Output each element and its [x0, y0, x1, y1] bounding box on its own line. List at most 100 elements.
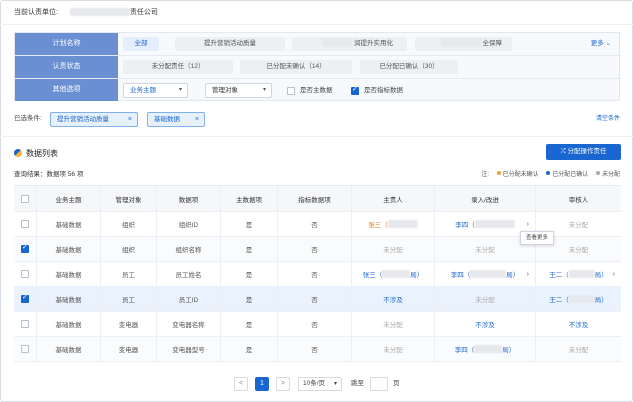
cell-auditor[interactable]: 王二（ 局） ›	[536, 262, 621, 286]
row-checkbox-cell	[14, 212, 37, 236]
cell-entry[interactable]: 未分配	[435, 287, 536, 311]
cell-object: 员工	[101, 262, 157, 286]
page-size-select[interactable]: 10条/页 ▾	[298, 377, 342, 391]
cell-owner[interactable]: 未分配	[352, 237, 435, 261]
cell-item: 组织ID	[157, 212, 221, 236]
cell-theme: 基础数据	[37, 212, 101, 236]
select-all-checkbox[interactable]	[21, 194, 29, 203]
row-checkbox[interactable]	[21, 345, 29, 353]
cell-auditor[interactable]: 未分配	[536, 337, 621, 361]
cell-owner[interactable]: 不涉及	[352, 287, 435, 311]
cell-theme: 基础数据	[37, 262, 101, 286]
status-option-unconfirmed[interactable]: 已分配未确认（14）	[240, 60, 352, 74]
close-icon[interactable]: ×	[195, 113, 199, 126]
plan-option-guarantee[interactable]: 全保障	[415, 37, 512, 51]
jump-label: 跳至	[351, 380, 364, 387]
divider	[0, 136, 633, 137]
cell-indicator: 否	[278, 287, 352, 311]
cell-object: 变电器	[101, 312, 157, 336]
row-checkbox[interactable]	[21, 243, 29, 253]
cell-entry[interactable]: 李四（ 局） ›	[435, 262, 536, 286]
filter-label-other: 其他选项	[15, 79, 118, 101]
data-table: 业务主题 管理对象 数据项 主数据项 指标数据项 主责人 录入/改进 审核人 基…	[14, 185, 621, 362]
conditions-label: 已选条件:	[14, 115, 42, 122]
cell-indicator: 否	[278, 312, 352, 336]
cell-object: 组织	[101, 212, 157, 236]
cell-owner[interactable]: 张三（ 局）	[352, 262, 435, 286]
header-object: 管理对象	[101, 186, 157, 211]
table-row: 基础数据 员工 员工姓名 是 否 张三（ 局） 李四（ 局） › 王二（ 局） ›	[14, 262, 621, 287]
list-title: 数据列表	[14, 148, 58, 160]
row-checkbox[interactable]	[21, 270, 29, 278]
row-checkbox[interactable]	[21, 293, 29, 303]
header-theme: 业务主题	[37, 186, 101, 211]
theme-select[interactable]: 业务主题 ▾	[123, 83, 188, 98]
condition-tag-plan[interactable]: 提升营销活动质量 ×	[50, 112, 138, 127]
redacted-block	[322, 39, 352, 48]
filter-row-status: 认责状态 未分配责任（12） 已分配未确认（14） 已分配已确认（30）	[15, 56, 621, 79]
cell-entry[interactable]: 李四（ 局）	[435, 337, 536, 361]
chevron-right-icon[interactable]: ›	[527, 221, 529, 228]
condition-tag-theme[interactable]: 基础数据 ×	[147, 112, 205, 127]
status-legend: 注: 已分配未确认 已分配已确认 未分配	[481, 171, 620, 178]
cell-entry[interactable]: 不涉及	[435, 312, 536, 336]
cell-owner[interactable]: 张三（	[352, 212, 435, 236]
table-header-row: 业务主题 管理对象 数据项 主数据项 指标数据项 主责人 录入/改进 审核人	[14, 186, 621, 212]
cell-item: 员工姓名	[157, 262, 221, 286]
page-label: 页	[393, 380, 400, 387]
redacted-block	[568, 270, 595, 278]
cell-master: 是	[221, 337, 278, 361]
current-unit: 当前认责单位: 责任公司	[14, 7, 158, 19]
row-checkbox[interactable]	[21, 320, 29, 328]
cell-auditor[interactable]: 不涉及	[536, 312, 621, 336]
redacted-block	[440, 39, 481, 48]
status-option-unassigned[interactable]: 未分配责任（12）	[123, 60, 233, 74]
table-row: 基础数据 变电器 变电器型号 是 否 未分配 李四（ 局） 未分配	[14, 337, 621, 362]
cell-theme: 基础数据	[37, 237, 101, 261]
clear-conditions-link[interactable]: 清空条件	[596, 114, 620, 124]
filter-panel: 计划名称 全部 提升营销活动质量 润提升实用化 全保障 更多 ⌄ 认责状态 未分…	[14, 32, 621, 101]
next-page-button[interactable]: >	[276, 377, 290, 391]
cell-master: 是	[221, 212, 278, 236]
table-row: 基础数据 员工 员工ID 是 否 不涉及 未分配 王二（局）	[14, 287, 621, 312]
cell-owner[interactable]: 未分配	[352, 337, 435, 361]
redacted-block	[474, 220, 515, 228]
jump-page-input[interactable]	[370, 377, 388, 391]
cell-item: 变电器名称	[157, 312, 221, 336]
chevron-right-icon[interactable]: ›	[613, 271, 615, 278]
cell-auditor[interactable]: 王二（ 局）	[536, 287, 621, 311]
prev-page-button[interactable]: <	[234, 377, 248, 391]
plan-option-marketing[interactable]: 提升营销活动质量	[175, 37, 285, 51]
legend-dot-blue	[546, 171, 551, 175]
object-select[interactable]: 管理对象 ▾	[205, 83, 272, 98]
chevron-down-icon: ⌄	[605, 40, 611, 47]
result-count: 查询结果：数据项 56 项	[14, 171, 84, 178]
page-1-button[interactable]: 1	[255, 377, 269, 391]
close-icon[interactable]: ×	[128, 113, 132, 126]
caret-down-icon: ▾	[262, 87, 266, 93]
row-checkbox[interactable]	[21, 220, 29, 228]
header-checkbox-cell	[14, 186, 37, 211]
cell-owner[interactable]: 未分配	[352, 312, 435, 336]
cell-object: 员工	[101, 287, 157, 311]
more-link[interactable]: 更多 ⌄	[591, 37, 611, 51]
indicator-data-checkbox[interactable]	[351, 85, 359, 95]
header-owner: 主责人	[352, 186, 435, 211]
plan-option-practical[interactable]: 润提升实用化	[292, 37, 407, 51]
cell-master: 是	[221, 312, 278, 336]
row-checkbox-cell	[14, 337, 37, 361]
row-checkbox-cell	[14, 237, 37, 261]
header-indicator: 指标数据项	[278, 186, 352, 211]
cell-theme: 基础数据	[37, 287, 101, 311]
plan-option-all[interactable]: 全部	[123, 37, 159, 51]
master-data-checkbox[interactable]	[287, 87, 295, 95]
cell-item: 变电器型号	[157, 337, 221, 361]
assign-responsibility-button[interactable]: ⤮ 分配操作责任	[546, 144, 621, 160]
header-master: 主数据项	[221, 186, 278, 211]
master-data-label: 是否主数据	[300, 87, 333, 94]
status-option-confirmed[interactable]: 已分配已确认（30）	[360, 60, 458, 74]
caret-down-icon: ▾	[333, 381, 337, 387]
chevron-right-icon[interactable]: ›	[527, 271, 529, 278]
cell-object: 组织	[101, 237, 157, 261]
cell-object: 变电器	[101, 337, 157, 361]
